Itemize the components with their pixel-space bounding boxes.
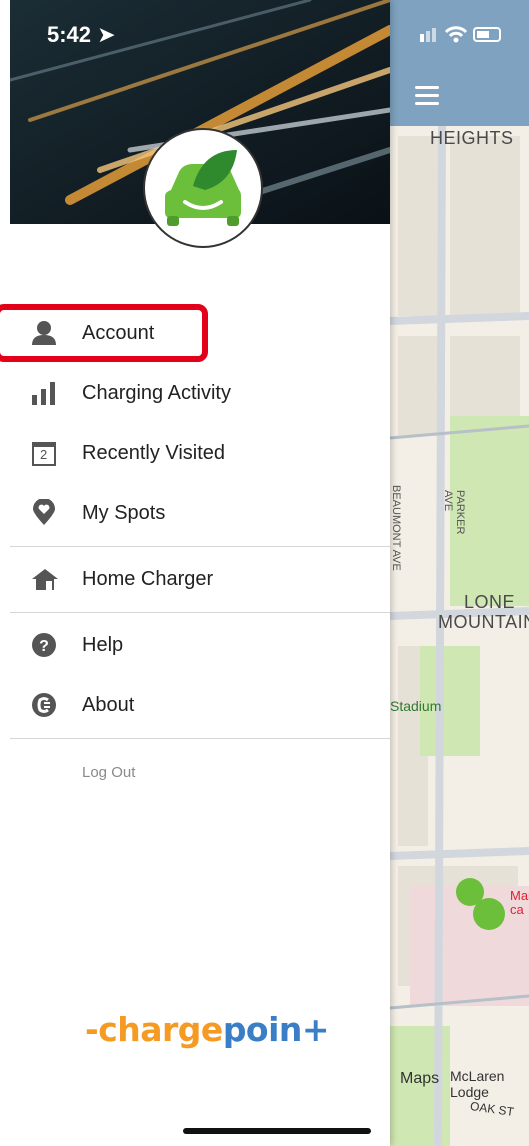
menu-item-my-spots[interactable]: My Spots bbox=[0, 488, 390, 538]
menu-label-my-spots: My Spots bbox=[82, 501, 166, 524]
chargepoint-logo bbox=[143, 128, 263, 248]
map-view[interactable]: HEIGHTS LONE MOUNTAIN BEAUMONT AVE PARKE… bbox=[390, 0, 529, 1146]
logout-link[interactable]: Log Out bbox=[82, 764, 135, 781]
menu-item-help[interactable]: ? Help bbox=[0, 620, 390, 670]
map-label-beaumont: BEAUMONT AVE bbox=[390, 485, 402, 571]
menu-label-charging-activity: Charging Activity bbox=[82, 381, 231, 404]
status-icons bbox=[420, 24, 506, 49]
status-time: 5:42 ➤ bbox=[47, 22, 116, 47]
map-header bbox=[390, 0, 529, 126]
menu-label-about: About bbox=[82, 693, 135, 716]
chargepoint-wordmark: -chargepoin+ bbox=[85, 1010, 330, 1049]
map-grid bbox=[390, 126, 529, 1146]
menu-item-about[interactable]: About bbox=[0, 680, 390, 730]
menu-label-recently-visited: Recently Visited bbox=[82, 441, 226, 464]
map-label-lodge: McLaren Lodge bbox=[450, 1068, 505, 1100]
map-label-mountain: MOUNTAIN bbox=[438, 612, 529, 632]
map-label-lone: LONE bbox=[464, 592, 516, 612]
map-label-ca: ca bbox=[510, 902, 524, 917]
map-label-stadium: Stadium bbox=[390, 698, 442, 714]
account-highlight-annotation bbox=[0, 304, 208, 362]
map-label-heights: HEIGHTS bbox=[430, 128, 514, 148]
location-heart-icon bbox=[30, 499, 58, 527]
map-label-mar: Mar bbox=[510, 888, 529, 903]
menu-label-home-charger: Home Charger bbox=[82, 567, 214, 590]
apple-maps-credit: Maps bbox=[400, 1070, 440, 1087]
home-indicator[interactable] bbox=[183, 1128, 371, 1134]
calendar-day: 2 bbox=[40, 447, 48, 462]
location-arrow-icon: ➤ bbox=[97, 22, 116, 47]
menu-item-recently-visited[interactable]: 2 Recently Visited bbox=[0, 428, 390, 478]
calendar-icon: 2 bbox=[30, 439, 58, 467]
help-icon: ? bbox=[30, 631, 58, 659]
bar-chart-icon bbox=[30, 379, 58, 407]
menu-item-charging-activity[interactable]: Charging Activity bbox=[0, 368, 390, 418]
about-icon bbox=[30, 691, 58, 719]
menu-label-help: Help bbox=[82, 633, 124, 656]
hamburger-menu-button[interactable] bbox=[415, 86, 439, 105]
home-charger-icon bbox=[30, 565, 58, 593]
divider bbox=[10, 546, 390, 547]
divider bbox=[10, 612, 390, 613]
svg-text:?: ? bbox=[39, 638, 49, 655]
menu-item-home-charger[interactable]: Home Charger bbox=[0, 554, 390, 604]
charger-pin-2[interactable] bbox=[473, 898, 505, 930]
map-label-parker: PARKER AVE bbox=[442, 490, 466, 535]
divider bbox=[10, 738, 390, 739]
navigation-drawer: 5:42 ➤ Account Charging Activity 2 Recen… bbox=[0, 0, 390, 1146]
